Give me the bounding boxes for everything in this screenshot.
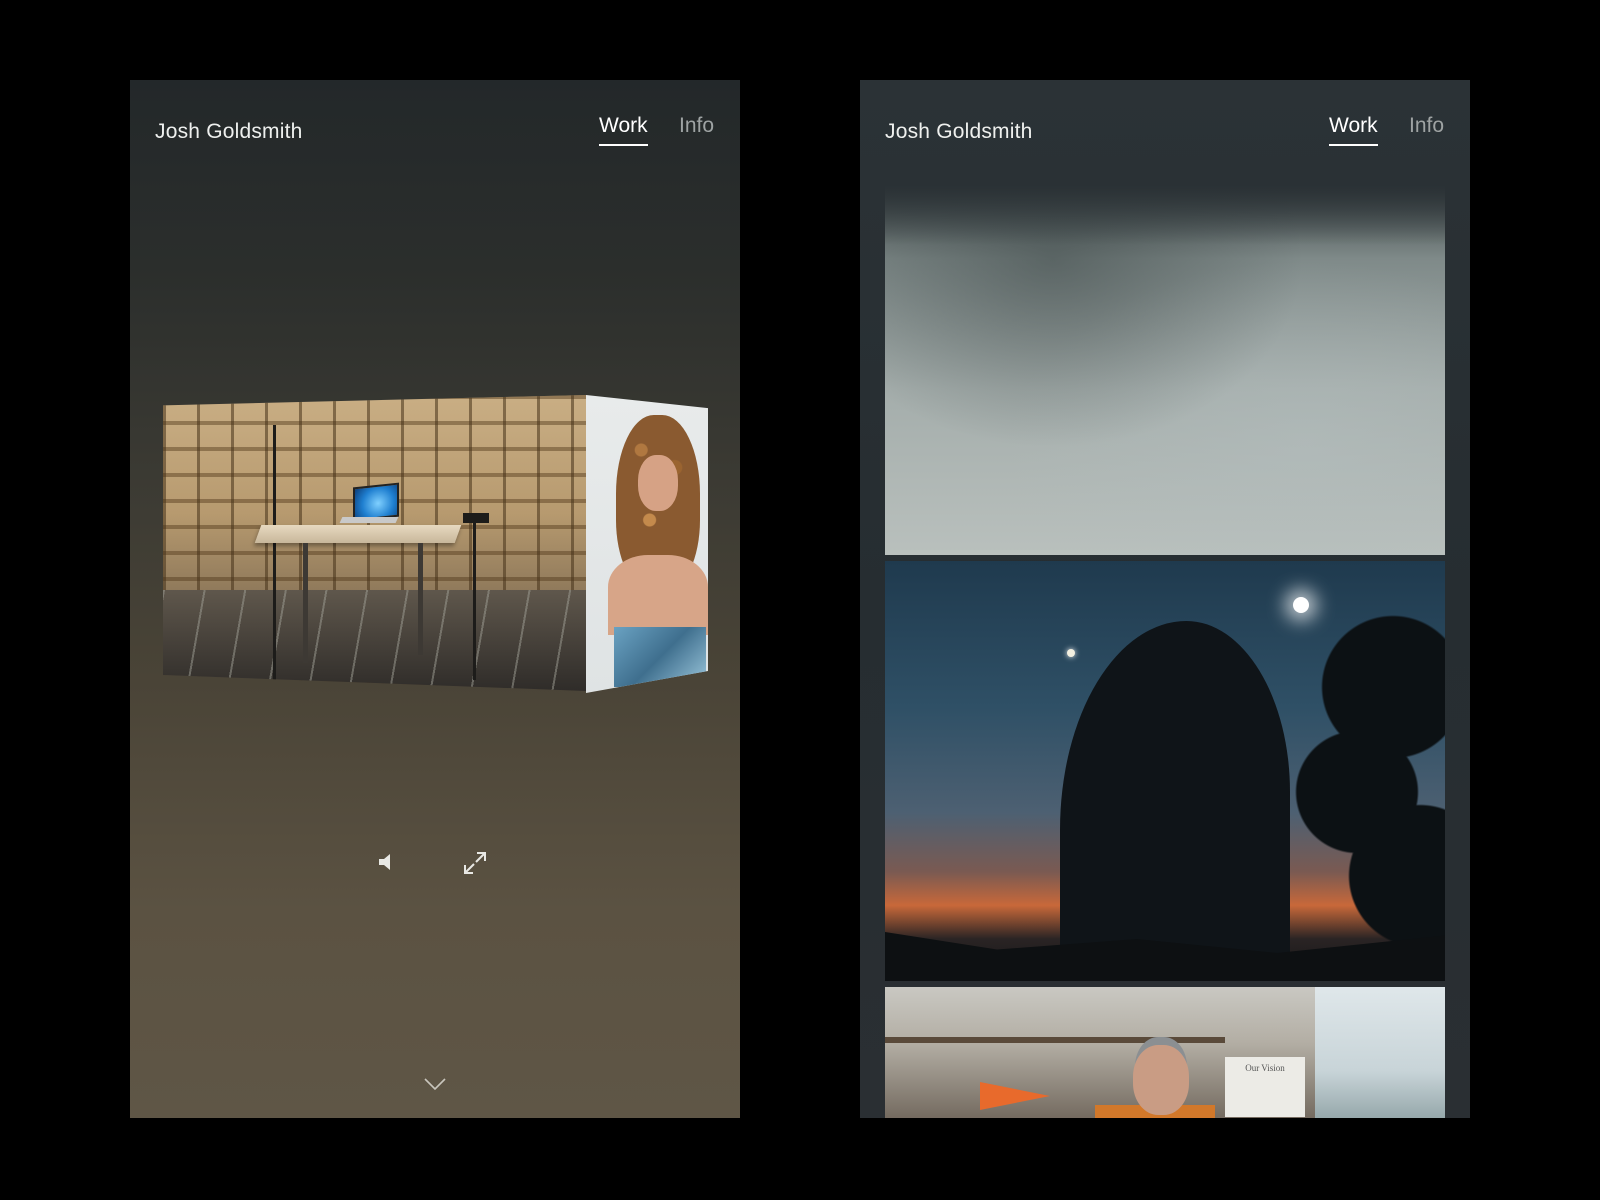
portrait-face [638, 455, 678, 511]
poster: Our Vision [1225, 1057, 1305, 1117]
headlamp [1293, 597, 1309, 613]
desk-leg [418, 543, 423, 655]
cube-face-portrait[interactable] [586, 395, 708, 693]
desk [254, 525, 462, 543]
mic-stand [273, 425, 276, 685]
site-header: Josh Goldsmith Work Info [860, 80, 1470, 170]
poster-text: Our Vision [1245, 1063, 1285, 1073]
nav-info[interactable]: Info [679, 114, 714, 144]
project-thumbnail-runner[interactable] [885, 561, 1445, 981]
site-title[interactable]: Josh Goldsmith [155, 120, 303, 144]
runner-silhouette [1060, 621, 1290, 981]
desk-leg [303, 543, 308, 663]
nav-info[interactable]: Info [1409, 114, 1444, 144]
portrait-garment [614, 627, 706, 687]
moon [1067, 649, 1075, 657]
nav-work[interactable]: Work [599, 114, 648, 146]
room-floor [163, 590, 586, 691]
site-header: Josh Goldsmith Work Info [130, 80, 740, 170]
camera-head [463, 513, 489, 523]
speaker-muted-icon[interactable] [375, 850, 399, 874]
project-thumbnail-office[interactable]: Our Vision [885, 987, 1445, 1118]
right-screen: Josh Goldsmith Work Info Our Vision [860, 80, 1470, 1118]
office-shelf [885, 1037, 1225, 1043]
cube-face-anechoic-room[interactable] [163, 395, 586, 691]
site-title[interactable]: Josh Goldsmith [885, 120, 1033, 144]
tree-silhouette [1285, 561, 1445, 981]
left-screen: Josh Goldsmith Work Info [130, 80, 740, 1118]
laptop-screen [353, 482, 399, 522]
pennant [980, 1082, 1050, 1110]
camera-stand [473, 520, 476, 680]
chevron-down-icon[interactable] [423, 1076, 447, 1092]
nav-work[interactable]: Work [1329, 114, 1378, 146]
person-head [1133, 1045, 1189, 1115]
project-thumbnail-clouds[interactable] [885, 185, 1445, 555]
laptop-base [339, 517, 399, 523]
office-window [1315, 987, 1445, 1118]
portrait-shoulders [608, 555, 708, 635]
expand-icon[interactable] [462, 850, 488, 876]
